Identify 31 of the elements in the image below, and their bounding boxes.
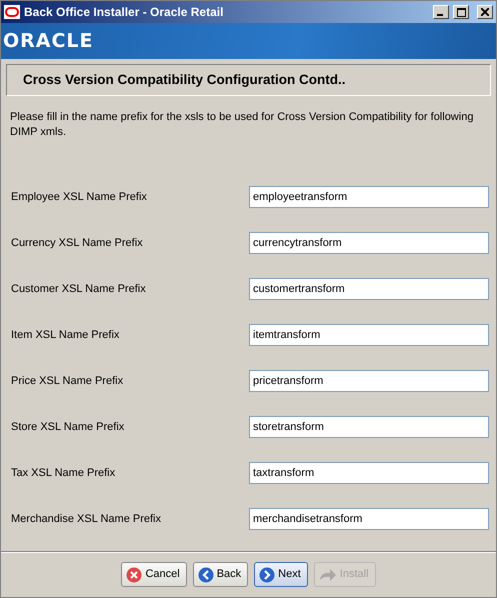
field-label: Store XSL Name Prefix xyxy=(11,420,126,435)
input-field[interactable]: customertransform xyxy=(249,278,489,300)
maximize-button[interactable] xyxy=(453,5,469,19)
input-field[interactable]: taxtransform xyxy=(249,462,489,484)
maximize-icon xyxy=(456,8,466,16)
close-button[interactable] xyxy=(477,5,493,19)
cancel-icon xyxy=(126,566,142,582)
input-field[interactable]: currencytransform xyxy=(249,232,489,254)
close-icon xyxy=(481,8,489,16)
input-field[interactable]: employeetransform xyxy=(249,186,489,208)
field-label: Customer XSL Name Prefix xyxy=(11,282,147,297)
field-label: Currency XSL Name Prefix xyxy=(11,236,144,251)
window-title: Back Office Installer - Oracle Retail xyxy=(24,4,224,21)
cancel-button[interactable]: Cancel xyxy=(121,562,187,587)
logo: ORACLE xyxy=(3,28,94,54)
page-heading: Cross Version Compatibility Configuration Contd.. xyxy=(23,70,346,89)
back-button[interactable]: Back xyxy=(192,562,248,587)
field-label: Tax XSL Name Prefix xyxy=(11,466,116,481)
minimize-button[interactable] xyxy=(433,5,449,19)
input-field[interactable]: storetransform xyxy=(249,416,489,438)
field-label: Employee XSL Name Prefix xyxy=(11,190,148,205)
field-label: Price XSL Name Prefix xyxy=(11,374,124,389)
field-label: Merchandise XSL Name Prefix xyxy=(11,512,162,527)
redo-arrow-icon xyxy=(318,568,337,582)
input-field[interactable]: itemtransform xyxy=(249,324,489,346)
field-label: Item XSL Name Prefix xyxy=(11,328,120,343)
next-button[interactable]: Next xyxy=(254,562,308,587)
input-field[interactable]: pricetransform xyxy=(249,370,489,392)
app-icon xyxy=(4,5,20,19)
instruction-text: Please fill in the name prefix for the xsls to be used for Cross Version Compatibility for following DIMP xmls. xyxy=(10,111,474,138)
input-field[interactable]: merchandisetransform xyxy=(249,508,489,530)
